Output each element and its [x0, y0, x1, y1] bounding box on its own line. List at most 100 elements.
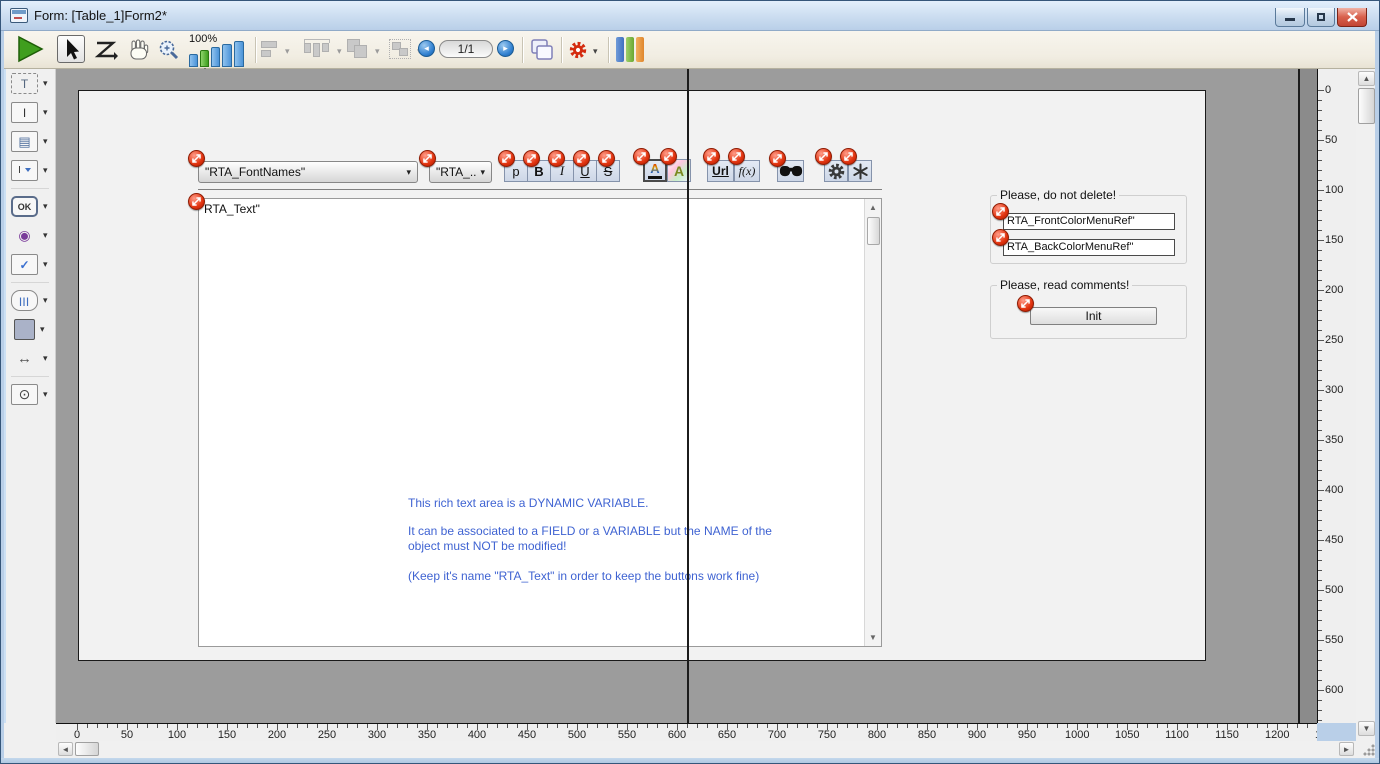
radio-tool-icon[interactable]: ◉	[11, 225, 38, 246]
object-method-badge-icon[interactable]	[188, 193, 205, 210]
selection-tool-button[interactable]	[57, 35, 85, 63]
object-method-badge-icon[interactable]	[598, 150, 615, 167]
font-name-dropdown[interactable]: "RTA_FontNames" ▾	[198, 161, 418, 183]
level-dropdown-arrow[interactable]: ▾	[375, 46, 380, 57]
palette-item-checkbox-tool[interactable]: ✓▾	[1, 250, 55, 279]
chevron-down-icon[interactable]: ▾	[43, 107, 48, 118]
vertical-scroll-thumb[interactable]	[1358, 88, 1375, 124]
text-area-scrollbar[interactable]: ▲ ▼	[864, 199, 881, 646]
title-bar[interactable]: Form: [Table_1]Form2*	[1, 1, 1380, 31]
scroll-down-icon[interactable]: ▼	[867, 633, 879, 642]
zoom-bars[interactable]	[189, 41, 247, 67]
chevron-down-icon[interactable]: ▾	[43, 201, 48, 212]
pan-tool-button[interactable]	[126, 38, 151, 67]
button-tool-icon[interactable]: OK	[11, 196, 38, 217]
back-color-menu-ref-input[interactable]: RTA_BackColorMenuRef"	[1003, 239, 1175, 256]
object-method-badge-icon[interactable]	[769, 150, 786, 167]
input-tool-icon[interactable]: I	[11, 102, 38, 123]
object-method-badge-icon[interactable]	[992, 203, 1009, 220]
entry-order-tool-button[interactable]	[94, 39, 118, 66]
palette-item-plugin-tool[interactable]: ⊙▾	[1, 380, 55, 409]
chevron-down-icon[interactable]: ▾	[43, 136, 48, 147]
scroll-up-button[interactable]: ▲	[1358, 71, 1375, 86]
form-pages-button[interactable]	[529, 37, 555, 68]
palette-item-splitter-tool[interactable]: ↔▾	[1, 344, 55, 373]
run-form-button[interactable]	[15, 35, 45, 68]
rich-text-area[interactable]: RTA_Text" ▲ ▼ This rich text area is a D…	[198, 198, 882, 647]
object-method-badge-icon[interactable]	[815, 148, 832, 165]
object-method-badge-icon[interactable]	[1017, 295, 1034, 312]
align-dropdown-arrow[interactable]: ▾	[285, 46, 290, 57]
splitter-tool-icon[interactable]: ↔	[11, 348, 38, 369]
object-method-badge-icon[interactable]	[992, 229, 1009, 246]
object-method-badge-icon[interactable]	[573, 150, 590, 167]
zoom-bar-current[interactable]	[200, 50, 209, 67]
palette-item-text-tool[interactable]: T▾	[1, 69, 55, 98]
combobox-tool-icon[interactable]: I	[11, 160, 38, 181]
text-tool-icon[interactable]: T	[11, 73, 38, 94]
align-objects-button[interactable]	[261, 41, 277, 57]
palette-item-listbox-tool[interactable]: ▤▾	[1, 127, 55, 156]
zoom-bar-1[interactable]	[189, 54, 198, 67]
previous-page-button[interactable]: ◂	[418, 40, 435, 57]
object-method-badge-icon[interactable]	[840, 148, 857, 165]
palette-item-rectangle-tool[interactable]: ▾	[1, 315, 55, 344]
object-method-badge-icon[interactable]	[523, 150, 540, 167]
checkbox-tool-icon[interactable]: ✓	[11, 254, 38, 275]
chevron-down-icon[interactable]: ▾	[40, 324, 45, 335]
page-indicator[interactable]: 1/1	[439, 40, 493, 58]
maximize-button[interactable]	[1307, 8, 1335, 27]
chevron-down-icon[interactable]: ▾	[43, 78, 48, 89]
distribute-dropdown-arrow[interactable]: ▾	[337, 46, 342, 57]
close-button[interactable]	[1337, 8, 1367, 27]
object-method-badge-icon[interactable]	[548, 150, 565, 167]
palette-item-input-tool[interactable]: I▾	[1, 98, 55, 127]
object-method-badge-icon[interactable]	[633, 148, 650, 165]
init-button[interactable]: Init	[1030, 307, 1157, 325]
form-canvas[interactable]: "RTA_FontNames" ▾ "RTA_... ▾ pBIUS A A U…	[56, 69, 1317, 723]
zoom-bar-3[interactable]	[211, 47, 220, 67]
palette-item-button-tool[interactable]: OK ▾	[1, 192, 55, 221]
font-size-dropdown[interactable]: "RTA_... ▾	[429, 161, 492, 183]
palette-item-tab-control-tool[interactable]: ||| ▾	[1, 286, 55, 315]
object-method-badge-icon[interactable]	[419, 150, 436, 167]
plugin-tool-icon[interactable]: ⊙	[11, 384, 38, 405]
listbox-tool-icon[interactable]: ▤	[11, 131, 38, 152]
zoom-bar-5[interactable]	[234, 41, 244, 67]
chevron-down-icon[interactable]: ▾	[43, 230, 48, 241]
chevron-down-icon[interactable]: ▾	[43, 389, 48, 400]
front-color-menu-ref-input[interactable]: RTA_FrontColorMenuRef"	[1003, 213, 1175, 230]
zoom-bar-4[interactable]	[222, 44, 232, 67]
resize-corner[interactable]	[1356, 738, 1377, 758]
form-properties-button[interactable]	[568, 40, 588, 65]
next-page-button[interactable]: ▸	[497, 40, 514, 57]
form-page[interactable]: "RTA_FontNames" ▾ "RTA_... ▾ pBIUS A A U…	[78, 90, 1206, 661]
object-method-badge-icon[interactable]	[498, 150, 515, 167]
zoom-tool-button[interactable]	[156, 38, 182, 69]
palette-item-combobox-tool[interactable]: I▾	[1, 156, 55, 185]
chevron-down-icon[interactable]: ▾	[43, 353, 48, 364]
object-method-badge-icon[interactable]	[188, 150, 205, 167]
group-objects-button[interactable]	[389, 39, 411, 59]
scroll-right-button[interactable]: ►	[1339, 742, 1354, 756]
object-method-badge-icon[interactable]	[660, 148, 677, 165]
horizontal-scrollbar[interactable]: ◄ ►	[56, 741, 1356, 758]
explorer-button[interactable]	[616, 37, 646, 63]
move-level-button[interactable]	[347, 39, 367, 58]
scroll-left-button[interactable]: ◄	[58, 742, 73, 756]
scrollbar-thumb[interactable]	[867, 217, 880, 245]
object-method-badge-icon[interactable]	[728, 148, 745, 165]
distribute-objects-button[interactable]	[304, 39, 330, 57]
scroll-down-button[interactable]: ▼	[1358, 721, 1375, 736]
object-method-badge-icon[interactable]	[703, 148, 720, 165]
horizontal-scroll-thumb[interactable]	[75, 742, 99, 756]
minimize-button[interactable]	[1275, 8, 1305, 27]
chevron-down-icon[interactable]: ▾	[43, 259, 48, 270]
scroll-up-icon[interactable]: ▲	[867, 203, 879, 212]
palette-item-radio-tool[interactable]: ◉▾	[1, 221, 55, 250]
tab-control-tool-icon[interactable]: |||	[11, 290, 38, 311]
vertical-scrollbar[interactable]: ▲ ▼	[1356, 69, 1377, 738]
properties-dropdown-arrow[interactable]: ▾	[593, 46, 598, 57]
rectangle-tool-icon[interactable]	[14, 319, 35, 340]
chevron-down-icon[interactable]: ▾	[43, 295, 48, 306]
